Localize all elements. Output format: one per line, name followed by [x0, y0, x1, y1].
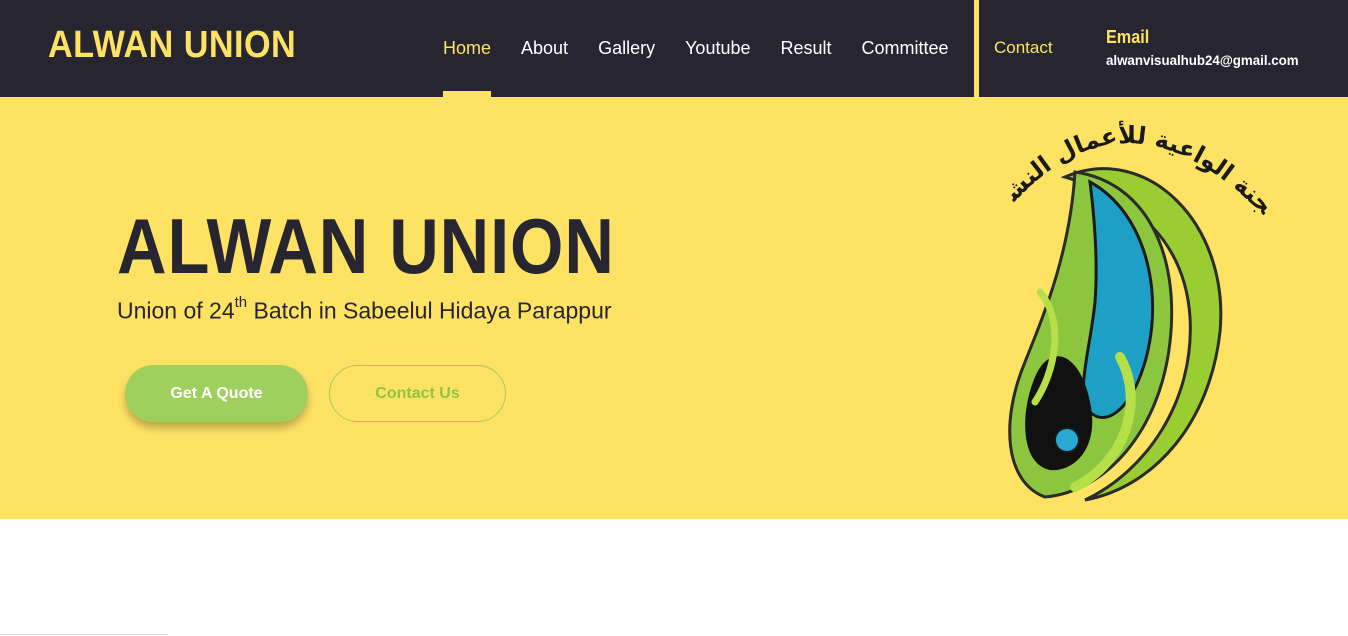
hero-subtitle-pre: Union of 24: [117, 297, 235, 324]
nav-item-about[interactable]: About: [521, 0, 568, 97]
nav-item-youtube[interactable]: Youtube: [685, 0, 750, 97]
nav-item-contact[interactable]: Contact: [994, 38, 1053, 58]
nav-item-home[interactable]: Home: [443, 0, 492, 97]
hero-subtitle-sup: th: [234, 294, 248, 311]
navbar: ALWAN UNION Home About Gallery Youtube R…: [0, 0, 1348, 97]
main-nav: Home About Gallery Youtube Result Commit…: [443, 0, 979, 97]
brand-logo-text[interactable]: ALWAN UNION: [48, 24, 296, 67]
contact-us-button[interactable]: Contact Us: [329, 365, 506, 422]
nav-item-result[interactable]: Result: [781, 0, 832, 97]
get-a-quote-button[interactable]: Get A Quote: [125, 365, 308, 422]
email-address[interactable]: alwanvisualhub24@gmail.com: [1106, 52, 1299, 68]
hero-title: ALWAN UNION: [117, 202, 615, 290]
hero-subtitle: Union of 24th Batch in Sabeelul Hidaya P…: [117, 294, 612, 325]
nav-item-committee[interactable]: Committee: [862, 0, 949, 97]
hero-section: ALWAN UNION Union of 24th Batch in Sabee…: [0, 97, 1348, 519]
nav-item-gallery[interactable]: Gallery: [598, 0, 655, 97]
nav-divider: [974, 0, 979, 97]
hero-subtitle-post: Batch in Sabeelul Hidaya Parappur: [247, 297, 612, 324]
email-label: Email: [1106, 27, 1150, 47]
email-info: Email alwanvisualhub24@gmail.com: [1106, 27, 1309, 68]
bottom-divider: [0, 634, 168, 635]
union-logo: اللجنة الواعية للأعمال النشطة: [995, 102, 1275, 502]
